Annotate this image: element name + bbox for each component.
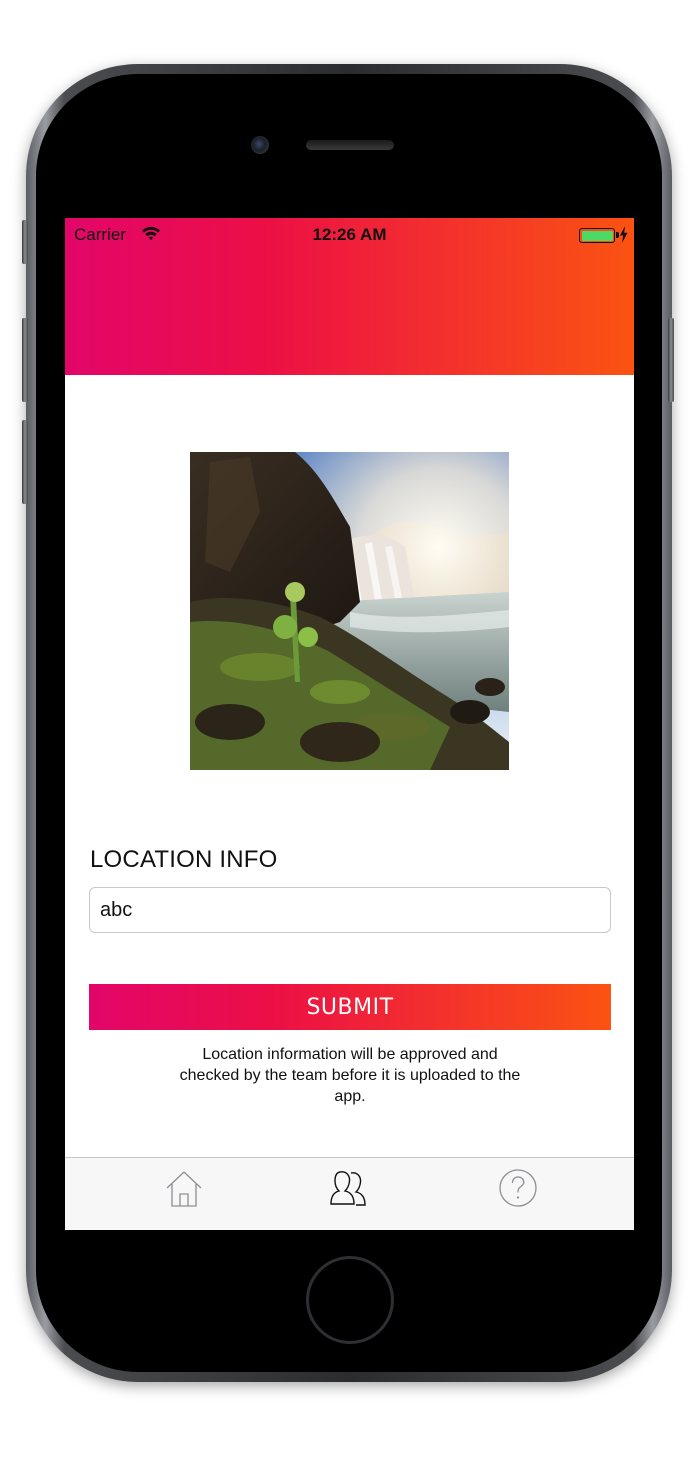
waterfall-image: [190, 452, 509, 770]
location-info-label: LOCATION INFO: [90, 846, 278, 873]
volume-up-button: [22, 318, 28, 402]
help-icon[interactable]: [498, 1168, 538, 1208]
battery-level: [581, 230, 613, 241]
approval-note: Location information will be approved an…: [179, 1046, 521, 1105]
app-screen: Carrier 12:26 AM LOCATION INFO abc SUBMI…: [65, 218, 634, 1230]
earpiece-speaker: [306, 140, 394, 150]
clock: 12:26 AM: [312, 225, 387, 244]
home-icon[interactable]: [164, 1168, 204, 1208]
power-button: [668, 318, 674, 402]
submit-button[interactable]: SUBMIT: [89, 984, 611, 1030]
mute-switch: [22, 220, 28, 264]
tab-bar: [65, 1157, 634, 1230]
location-info-input[interactable]: [89, 887, 611, 933]
bolt-icon: [620, 226, 628, 243]
users-icon[interactable]: [330, 1168, 370, 1208]
volume-down-button: [22, 420, 28, 504]
status-bar: Carrier 12:26 AM: [65, 218, 634, 252]
home-button[interactable]: [306, 1256, 394, 1344]
front-camera: [251, 136, 269, 154]
battery-icon: [579, 228, 619, 243]
gradient-header: Carrier 12:26 AM: [65, 218, 634, 375]
